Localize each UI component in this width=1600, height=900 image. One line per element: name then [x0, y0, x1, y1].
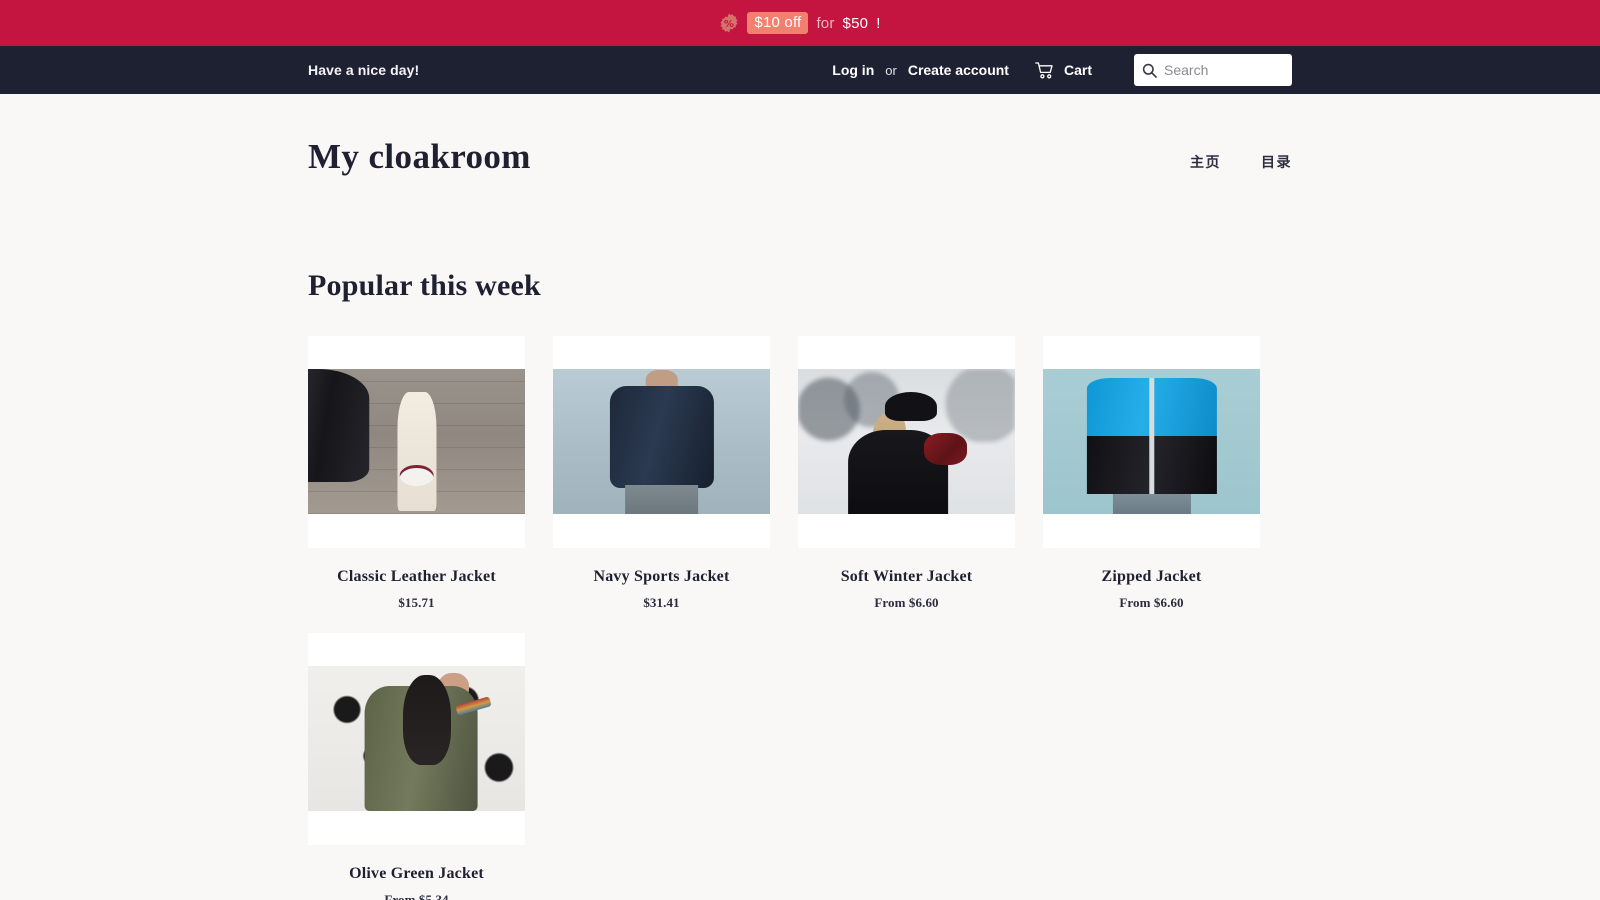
search-box[interactable]	[1134, 54, 1292, 86]
product-image-frame	[1043, 335, 1260, 548]
nav-item-home[interactable]: 主页	[1190, 152, 1221, 172]
shopping-cart-icon	[1035, 61, 1055, 79]
promo-threshold: $50	[842, 14, 869, 32]
search-icon	[1142, 63, 1157, 78]
product-price: $15.71	[398, 594, 435, 610]
main-navigation: 主页 目录	[1190, 152, 1292, 172]
cart-label: Cart	[1063, 62, 1092, 78]
photo-detail	[403, 674, 452, 765]
product-photo-soft-winter-jacket	[798, 369, 1015, 514]
store-title[interactable]: My cloakroom	[308, 137, 531, 177]
product-price: $31.41	[643, 594, 680, 610]
product-title: Navy Sports Jacket	[593, 567, 730, 585]
or-separator: or	[885, 62, 897, 78]
product-image-frame	[798, 335, 1015, 548]
percent-badge-icon: %	[719, 13, 739, 33]
product-grid: Classic Leather Jacket $15.71 Navy Sport…	[308, 335, 1292, 900]
product-price: From $6.60	[1119, 594, 1184, 610]
product-photo-olive-green-jacket	[308, 666, 525, 811]
photo-detail	[399, 464, 434, 487]
product-card[interactable]: Zipped Jacket From $6.60	[1043, 335, 1260, 611]
product-image-frame	[308, 632, 525, 845]
svg-text:%: %	[724, 19, 734, 30]
product-price: From $5.34	[384, 891, 449, 900]
utility-bar: Have a nice day! Log in or Create accoun…	[0, 46, 1600, 94]
nav-item-catalog[interactable]: 目录	[1261, 152, 1292, 172]
photo-detail	[884, 392, 937, 422]
create-account-link[interactable]: Create account	[908, 62, 1009, 78]
section-title: Popular this week	[308, 268, 541, 302]
product-photo-zipped-jacket	[1043, 369, 1260, 514]
masthead: My cloakroom 主页 目录	[0, 94, 1600, 177]
photo-detail	[396, 392, 437, 512]
search-input[interactable]	[1164, 62, 1284, 78]
product-image-frame	[308, 335, 525, 548]
photo-detail	[1148, 377, 1155, 494]
main-content: Popular this week Classic Leather Jacket…	[0, 269, 1600, 900]
product-card[interactable]: Soft Winter Jacket From $6.60	[798, 335, 1015, 611]
login-link[interactable]: Log in	[832, 62, 874, 78]
promo-connector: for	[816, 14, 835, 32]
product-price: From $6.60	[874, 594, 939, 610]
photo-detail	[923, 432, 968, 465]
product-photo-classic-leather-jacket	[308, 369, 525, 514]
product-title: Classic Leather Jacket	[337, 567, 496, 585]
photo-detail	[308, 369, 369, 483]
product-card[interactable]: Navy Sports Jacket $31.41	[553, 335, 770, 611]
cart-link[interactable]: Cart	[1035, 61, 1092, 79]
promo-suffix: !	[876, 14, 881, 32]
photo-detail	[624, 485, 699, 514]
product-card[interactable]: Olive Green Jacket From $5.34	[308, 632, 525, 900]
product-image-frame	[553, 335, 770, 548]
promo-banner[interactable]: % $10 off for $50!	[0, 0, 1600, 46]
product-card[interactable]: Classic Leather Jacket $15.71	[308, 335, 525, 611]
photo-detail	[609, 386, 714, 488]
product-photo-navy-sports-jacket	[553, 369, 770, 514]
product-title: Soft Winter Jacket	[840, 567, 973, 585]
promo-offer-pill: $10 off	[747, 11, 809, 35]
photo-detail	[1112, 493, 1191, 514]
product-title: Zipped Jacket	[1101, 567, 1202, 585]
store-greeting: Have a nice day!	[308, 62, 420, 78]
product-title: Olive Green Jacket	[349, 864, 484, 882]
